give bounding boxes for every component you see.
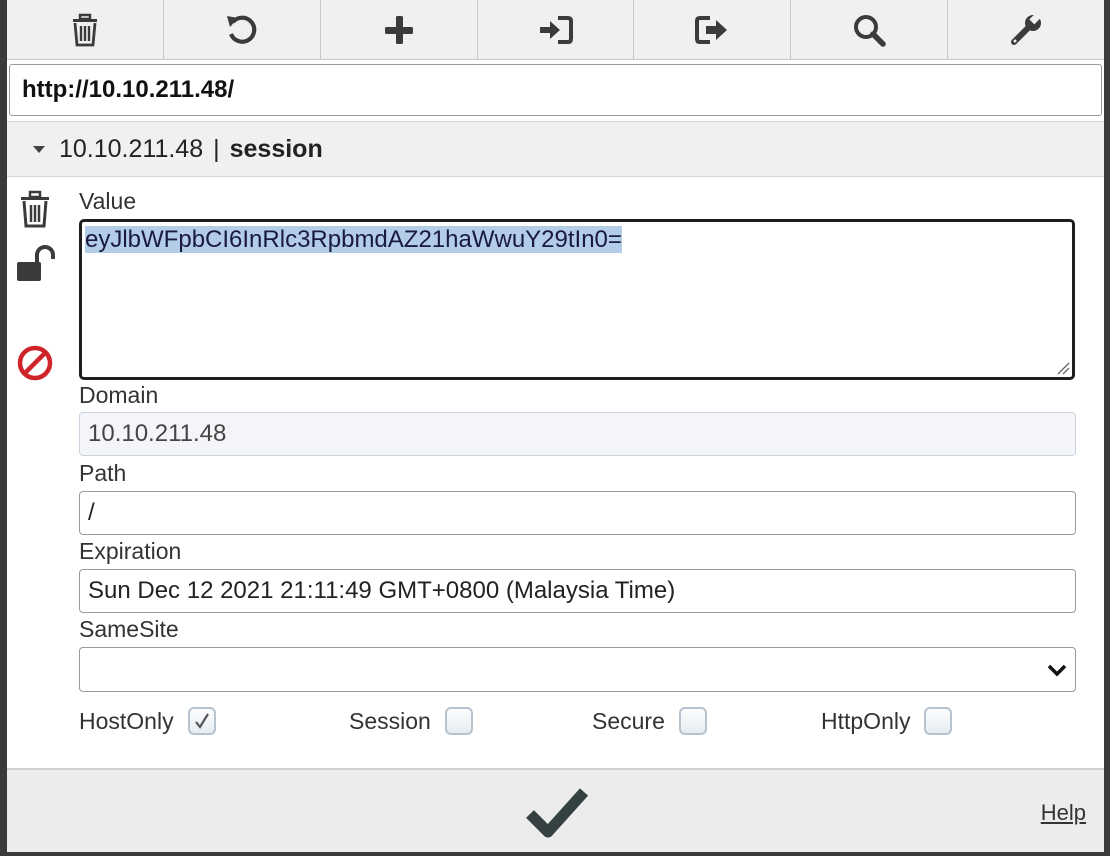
path-field[interactable]: / (79, 491, 1076, 535)
cookie-header[interactable]: 10.10.211.48 | session (7, 121, 1104, 177)
undo-icon (226, 15, 257, 44)
export-icon (695, 16, 728, 44)
hostonly-flag: HostOnly (79, 704, 216, 738)
delete-all-button[interactable] (7, 0, 164, 60)
cookie-editor-window: http://10.10.211.48/ 10.10.211.48 | sess… (0, 0, 1110, 856)
caret-down-icon (33, 145, 45, 153)
check-icon (194, 713, 209, 729)
url-field[interactable]: http://10.10.211.48/ (9, 64, 1102, 116)
import-button[interactable] (478, 0, 635, 60)
checkmark-icon[interactable] (524, 784, 590, 842)
add-button[interactable] (321, 0, 478, 60)
reset-button[interactable] (164, 0, 321, 60)
toolbar (7, 0, 1104, 60)
samesite-select[interactable] (79, 647, 1076, 692)
import-icon (539, 16, 573, 44)
cookie-domain: 10.10.211.48 (59, 134, 204, 163)
hostonly-label: HostOnly (79, 707, 174, 734)
value-label: Value (79, 188, 137, 214)
help-link[interactable]: Help (1041, 800, 1086, 826)
search-icon (854, 15, 886, 47)
cookie-name: session (229, 134, 323, 163)
unlock-icon[interactable] (15, 244, 55, 284)
session-checkbox[interactable] (444, 707, 473, 735)
value-text: eyJlbWFpbCI6InRlc3RpbmdAZ21haWwuY29tIn0= (85, 226, 622, 253)
session-label: Session (349, 707, 431, 734)
session-flag: Session (349, 704, 473, 738)
search-button[interactable] (791, 0, 949, 60)
block-icon[interactable] (15, 343, 55, 383)
httponly-flag: HttpOnly (821, 704, 953, 738)
samesite-label: SameSite (79, 616, 179, 642)
separator: | (213, 134, 220, 163)
footer-bar: Help (7, 768, 1104, 852)
trash-icon (72, 13, 97, 47)
plus-icon (384, 16, 413, 44)
path-label: Path (79, 460, 127, 486)
value-textarea[interactable]: eyJlbWFpbCI6InRlc3RpbmdAZ21haWwuY29tIn0= (79, 219, 1075, 380)
secure-label: Secure (592, 707, 665, 734)
chevron-down-icon (1047, 664, 1067, 676)
expiration-field[interactable]: Sun Dec 12 2021 21:11:49 GMT+0800 (Malay… (79, 569, 1076, 613)
wrench-icon (1011, 12, 1042, 45)
trash-icon[interactable] (15, 189, 55, 229)
expiration-label: Expiration (79, 538, 182, 564)
secure-checkbox[interactable] (678, 707, 707, 735)
hostonly-checkbox[interactable] (187, 707, 216, 735)
options-button[interactable] (948, 0, 1104, 60)
export-button[interactable] (634, 0, 792, 60)
domain-label: Domain (79, 382, 159, 408)
httponly-checkbox[interactable] (924, 707, 953, 735)
domain-field[interactable]: 10.10.211.48 (79, 412, 1076, 456)
httponly-label: HttpOnly (821, 707, 911, 734)
secure-flag: Secure (592, 704, 707, 738)
resize-grip-icon[interactable] (1056, 361, 1070, 375)
